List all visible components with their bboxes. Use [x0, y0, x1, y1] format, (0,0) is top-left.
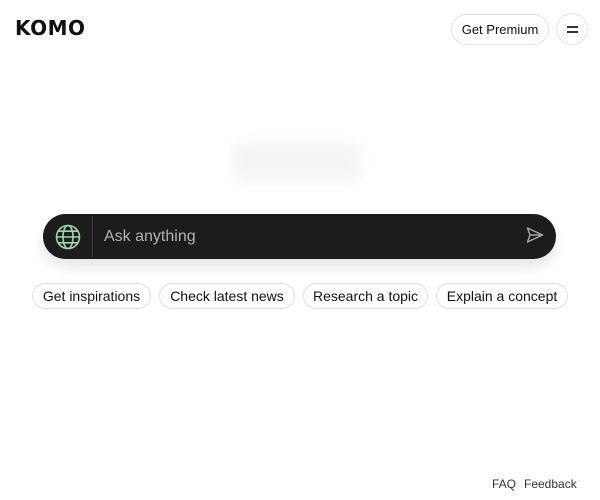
hero-placeholder [232, 142, 362, 182]
send-icon [526, 227, 544, 243]
faq-link[interactable]: FAQ [492, 477, 516, 491]
chip-check-latest-news[interactable]: Check latest news [159, 283, 295, 309]
chip-explain-a-concept[interactable]: Explain a concept [436, 283, 568, 309]
search-input[interactable] [104, 222, 514, 251]
search-bar [43, 214, 556, 259]
komo-logo[interactable]: KOMO [15, 16, 86, 40]
chip-research-a-topic[interactable]: Research a topic [303, 283, 428, 309]
globe-icon [55, 224, 81, 250]
top-header: KOMO Get Premium [0, 0, 600, 60]
hamburger-menu-icon [567, 26, 578, 28]
chip-get-inspirations[interactable]: Get inspirations [32, 283, 151, 309]
menu-button[interactable] [556, 13, 588, 45]
suggestion-chips: Get inspirations Check latest news Resea… [0, 283, 600, 309]
feedback-link[interactable]: Feedback [524, 477, 577, 491]
send-button[interactable] [525, 225, 549, 249]
get-premium-button[interactable]: Get Premium [451, 14, 549, 45]
globe-button[interactable] [43, 214, 93, 259]
hamburger-menu-icon-bar [567, 31, 578, 33]
search-divider [92, 216, 93, 257]
